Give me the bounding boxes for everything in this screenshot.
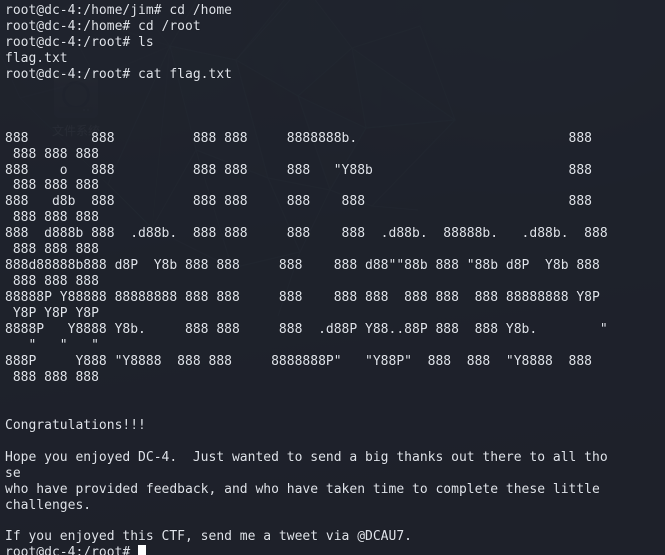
terminal-line: 888 888 888 (12, 146, 99, 162)
terminal-line: who have provided feedback, and who have… (5, 481, 600, 497)
terminal-line: 888 888 888 (12, 369, 99, 385)
terminal-line: 888 o 888 888 888 888 "Y88b 888 (5, 162, 592, 178)
terminal-output: root@dc-4:/home/jim# cd /home root@dc-4:… (5, 3, 661, 555)
terminal-line: 8888P Y8888 Y8b. 888 888 888 .d88P Y88..… (5, 322, 608, 338)
terminal-line: root@dc-4:/home# cd /root (5, 18, 201, 34)
shell-prompt: root@dc-4:/root# (5, 545, 139, 555)
terminal-line: 888 888 888 (12, 274, 99, 290)
terminal-line: se (5, 465, 21, 481)
terminal-line: 88888P Y88888 88888888 888 888 888 888 8… (5, 290, 600, 306)
terminal-line: 888P Y888 "Y8888 888 888 8888888P" "Y88P… (5, 353, 592, 369)
terminal-line: 888 d8b 888 888 888 888 888 888 (5, 194, 592, 210)
terminal-line: " " " (28, 338, 99, 354)
terminal-line: root@dc-4:/root# ls (5, 34, 154, 50)
terminal-line: 888 888 888 (12, 242, 99, 258)
text-cursor[interactable] (138, 545, 146, 555)
terminal-line: Y8P Y8P Y8P (12, 306, 99, 322)
terminal-line: Congratulations!!! (5, 417, 146, 433)
terminal-line: 888d88888b888 d8P Y8b 888 888 888 888 d8… (5, 258, 600, 274)
terminal-line: 888 888 888 (12, 178, 99, 194)
terminal-line: root@dc-4:/root# cat flag.txt (5, 66, 232, 82)
terminal-line: flag.txt (5, 50, 68, 66)
desktop-screen: 文件系统 root@dc-4:/home/jim# cd /home root@… (0, 0, 665, 555)
terminal-prompt-line: root@dc-4:/root# (5, 545, 661, 555)
terminal-line: 888 d888b 888 .d88b. 888 888 888 888 .d8… (5, 226, 608, 242)
terminal-window[interactable]: root@dc-4:/home/jim# cd /home root@dc-4:… (0, 0, 665, 555)
terminal-line: If you enjoyed this CTF, send me a tweet… (5, 529, 412, 545)
terminal-line: 888 888 888 888 8888888b. 888 (5, 130, 592, 146)
terminal-line: root@dc-4:/home/jim# cd /home (5, 3, 232, 18)
terminal-line: 888 888 888 (12, 210, 99, 226)
terminal-line: Hope you enjoyed DC-4. Just wanted to se… (5, 449, 608, 465)
terminal-line: challenges. (5, 497, 92, 513)
